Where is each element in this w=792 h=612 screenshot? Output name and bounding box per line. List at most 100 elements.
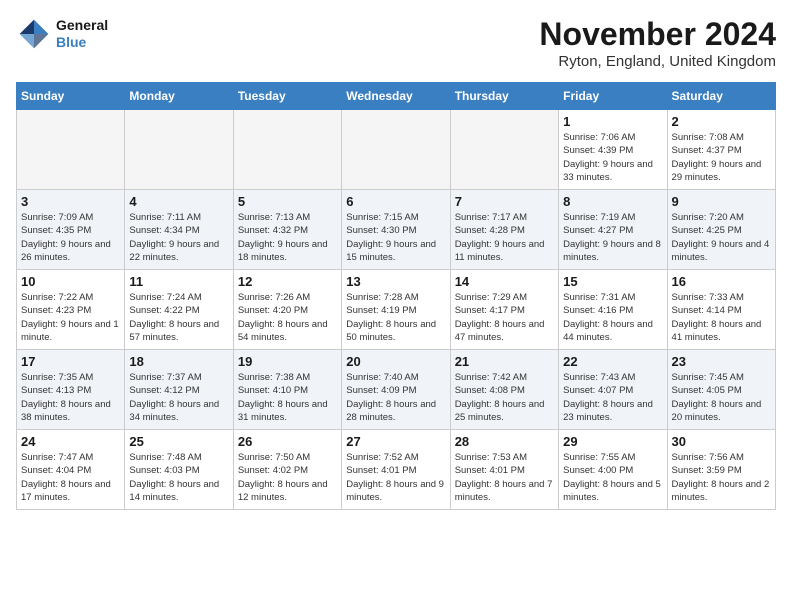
week-row-1: 1 Sunrise: 7:06 AM Sunset: 4:39 PM Daylig… bbox=[17, 110, 776, 190]
day-info: Sunrise: 7:35 AM Sunset: 4:13 PM Dayligh… bbox=[21, 371, 120, 424]
day-number: 19 bbox=[238, 354, 337, 369]
calendar-cell: 22Sunrise: 7:43 AM Sunset: 4:07 PM Dayli… bbox=[559, 350, 667, 430]
day-number: 11 bbox=[129, 274, 228, 289]
day-info: Sunrise: 7:08 AM Sunset: 4:37 PM Dayligh… bbox=[672, 131, 771, 184]
calendar-cell: 5Sunrise: 7:13 AM Sunset: 4:32 PM Daylig… bbox=[233, 190, 341, 270]
calendar-cell: 4 Sunrise: 7:11 AM Sunset: 4:34 PM Daylig… bbox=[125, 190, 233, 270]
calendar-cell: 25 Sunrise: 7:48 AM Sunset: 4:03 PM Dayli… bbox=[125, 430, 233, 510]
calendar-cell: 23 Sunrise: 7:45 AM Sunset: 4:05 PM Dayli… bbox=[667, 350, 775, 430]
day-number: 27 bbox=[346, 434, 445, 449]
day-info: Sunrise: 7:09 AM Sunset: 4:35 PM Dayligh… bbox=[21, 211, 120, 264]
day-info: Sunrise: 7:19 AM Sunset: 4:27 PM Dayligh… bbox=[563, 211, 662, 264]
calendar-cell: 15 Sunrise: 7:31 AM Sunset: 4:16 PM Dayli… bbox=[559, 270, 667, 350]
day-number: 16 bbox=[672, 274, 771, 289]
day-number: 23 bbox=[672, 354, 771, 369]
page-header: General Blue November 2024 Ryton, Englan… bbox=[16, 16, 776, 70]
day-number: 5 bbox=[238, 194, 337, 209]
day-info: Sunrise: 7:52 AM Sunset: 4:01 PM Dayligh… bbox=[346, 451, 445, 504]
logo: General Blue bbox=[16, 16, 108, 52]
logo-line2: Blue bbox=[56, 34, 108, 51]
logo-line1: General bbox=[56, 17, 108, 34]
calendar-cell: 21 Sunrise: 7:42 AM Sunset: 4:08 PM Dayli… bbox=[450, 350, 558, 430]
day-info: Sunrise: 7:53 AM Sunset: 4:01 PM Dayligh… bbox=[455, 451, 554, 504]
day-info: Sunrise: 7:33 AM Sunset: 4:14 PM Dayligh… bbox=[672, 291, 771, 344]
day-info: Sunrise: 7:06 AM Sunset: 4:39 PM Dayligh… bbox=[563, 131, 662, 184]
calendar-cell: 10Sunrise: 7:22 AM Sunset: 4:23 PM Dayli… bbox=[17, 270, 125, 350]
calendar-cell bbox=[125, 110, 233, 190]
day-info: Sunrise: 7:48 AM Sunset: 4:03 PM Dayligh… bbox=[129, 451, 228, 504]
location: Ryton, England, United Kingdom bbox=[539, 53, 776, 70]
calendar-cell: 12Sunrise: 7:26 AM Sunset: 4:20 PM Dayli… bbox=[233, 270, 341, 350]
calendar-cell: 27 Sunrise: 7:52 AM Sunset: 4:01 PM Dayli… bbox=[342, 430, 450, 510]
day-info: Sunrise: 7:11 AM Sunset: 4:34 PM Dayligh… bbox=[129, 211, 228, 264]
header-monday: Monday bbox=[125, 83, 233, 110]
header-thursday: Thursday bbox=[450, 83, 558, 110]
day-number: 28 bbox=[455, 434, 554, 449]
day-number: 25 bbox=[129, 434, 228, 449]
day-number: 20 bbox=[346, 354, 445, 369]
calendar-cell: 7Sunrise: 7:17 AM Sunset: 4:28 PM Daylig… bbox=[450, 190, 558, 270]
day-number: 2 bbox=[672, 114, 771, 129]
header-tuesday: Tuesday bbox=[233, 83, 341, 110]
title-block: November 2024 Ryton, England, United Kin… bbox=[539, 16, 776, 70]
calendar-cell: 3 Sunrise: 7:09 AM Sunset: 4:35 PM Daylig… bbox=[17, 190, 125, 270]
day-number: 30 bbox=[672, 434, 771, 449]
calendar-cell: 14 Sunrise: 7:29 AM Sunset: 4:17 PM Dayli… bbox=[450, 270, 558, 350]
day-number: 8 bbox=[563, 194, 662, 209]
day-info: Sunrise: 7:24 AM Sunset: 4:22 PM Dayligh… bbox=[129, 291, 228, 344]
calendar-cell bbox=[17, 110, 125, 190]
day-info: Sunrise: 7:56 AM Sunset: 3:59 PM Dayligh… bbox=[672, 451, 771, 504]
day-number: 1 bbox=[563, 114, 662, 129]
day-info: Sunrise: 7:38 AM Sunset: 4:10 PM Dayligh… bbox=[238, 371, 337, 424]
logo-icon bbox=[16, 16, 52, 52]
calendar-cell: 26 Sunrise: 7:50 AM Sunset: 4:02 PM Dayli… bbox=[233, 430, 341, 510]
calendar-cell: 19 Sunrise: 7:38 AM Sunset: 4:10 PM Dayli… bbox=[233, 350, 341, 430]
day-info: Sunrise: 7:15 AM Sunset: 4:30 PM Dayligh… bbox=[346, 211, 445, 264]
day-number: 7 bbox=[455, 194, 554, 209]
calendar-cell: 29Sunrise: 7:55 AM Sunset: 4:00 PM Dayli… bbox=[559, 430, 667, 510]
calendar-cell bbox=[450, 110, 558, 190]
week-row-4: 17 Sunrise: 7:35 AM Sunset: 4:13 PM Dayli… bbox=[17, 350, 776, 430]
calendar-cell: 17 Sunrise: 7:35 AM Sunset: 4:13 PM Dayli… bbox=[17, 350, 125, 430]
header-friday: Friday bbox=[559, 83, 667, 110]
calendar-cell: 2 Sunrise: 7:08 AM Sunset: 4:37 PM Daylig… bbox=[667, 110, 775, 190]
day-info: Sunrise: 7:20 AM Sunset: 4:25 PM Dayligh… bbox=[672, 211, 771, 264]
calendar-cell: 20Sunrise: 7:40 AM Sunset: 4:09 PM Dayli… bbox=[342, 350, 450, 430]
day-number: 10 bbox=[21, 274, 120, 289]
calendar-cell bbox=[342, 110, 450, 190]
day-number: 4 bbox=[129, 194, 228, 209]
day-info: Sunrise: 7:29 AM Sunset: 4:17 PM Dayligh… bbox=[455, 291, 554, 344]
week-row-3: 10Sunrise: 7:22 AM Sunset: 4:23 PM Dayli… bbox=[17, 270, 776, 350]
day-number: 22 bbox=[563, 354, 662, 369]
week-row-2: 3 Sunrise: 7:09 AM Sunset: 4:35 PM Daylig… bbox=[17, 190, 776, 270]
day-number: 24 bbox=[21, 434, 120, 449]
day-number: 15 bbox=[563, 274, 662, 289]
day-info: Sunrise: 7:28 AM Sunset: 4:19 PM Dayligh… bbox=[346, 291, 445, 344]
logo-text: General Blue bbox=[56, 17, 108, 51]
day-number: 3 bbox=[21, 194, 120, 209]
header-sunday: Sunday bbox=[17, 83, 125, 110]
header-wednesday: Wednesday bbox=[342, 83, 450, 110]
day-number: 6 bbox=[346, 194, 445, 209]
calendar-cell: 1 Sunrise: 7:06 AM Sunset: 4:39 PM Daylig… bbox=[559, 110, 667, 190]
header-saturday: Saturday bbox=[667, 83, 775, 110]
day-number: 18 bbox=[129, 354, 228, 369]
day-number: 9 bbox=[672, 194, 771, 209]
day-info: Sunrise: 7:31 AM Sunset: 4:16 PM Dayligh… bbox=[563, 291, 662, 344]
day-number: 14 bbox=[455, 274, 554, 289]
calendar-cell: 8 Sunrise: 7:19 AM Sunset: 4:27 PM Daylig… bbox=[559, 190, 667, 270]
calendar-cell: 9 Sunrise: 7:20 AM Sunset: 4:25 PM Daylig… bbox=[667, 190, 775, 270]
calendar-cell: 11 Sunrise: 7:24 AM Sunset: 4:22 PM Dayli… bbox=[125, 270, 233, 350]
day-number: 29 bbox=[563, 434, 662, 449]
day-info: Sunrise: 7:45 AM Sunset: 4:05 PM Dayligh… bbox=[672, 371, 771, 424]
calendar-cell: 13Sunrise: 7:28 AM Sunset: 4:19 PM Dayli… bbox=[342, 270, 450, 350]
day-info: Sunrise: 7:50 AM Sunset: 4:02 PM Dayligh… bbox=[238, 451, 337, 504]
calendar-cell: 16 Sunrise: 7:33 AM Sunset: 4:14 PM Dayli… bbox=[667, 270, 775, 350]
day-info: Sunrise: 7:42 AM Sunset: 4:08 PM Dayligh… bbox=[455, 371, 554, 424]
calendar-cell bbox=[233, 110, 341, 190]
calendar-cell: 30 Sunrise: 7:56 AM Sunset: 3:59 PM Dayli… bbox=[667, 430, 775, 510]
day-number: 26 bbox=[238, 434, 337, 449]
day-number: 17 bbox=[21, 354, 120, 369]
calendar-cell: 18Sunrise: 7:37 AM Sunset: 4:12 PM Dayli… bbox=[125, 350, 233, 430]
day-number: 21 bbox=[455, 354, 554, 369]
